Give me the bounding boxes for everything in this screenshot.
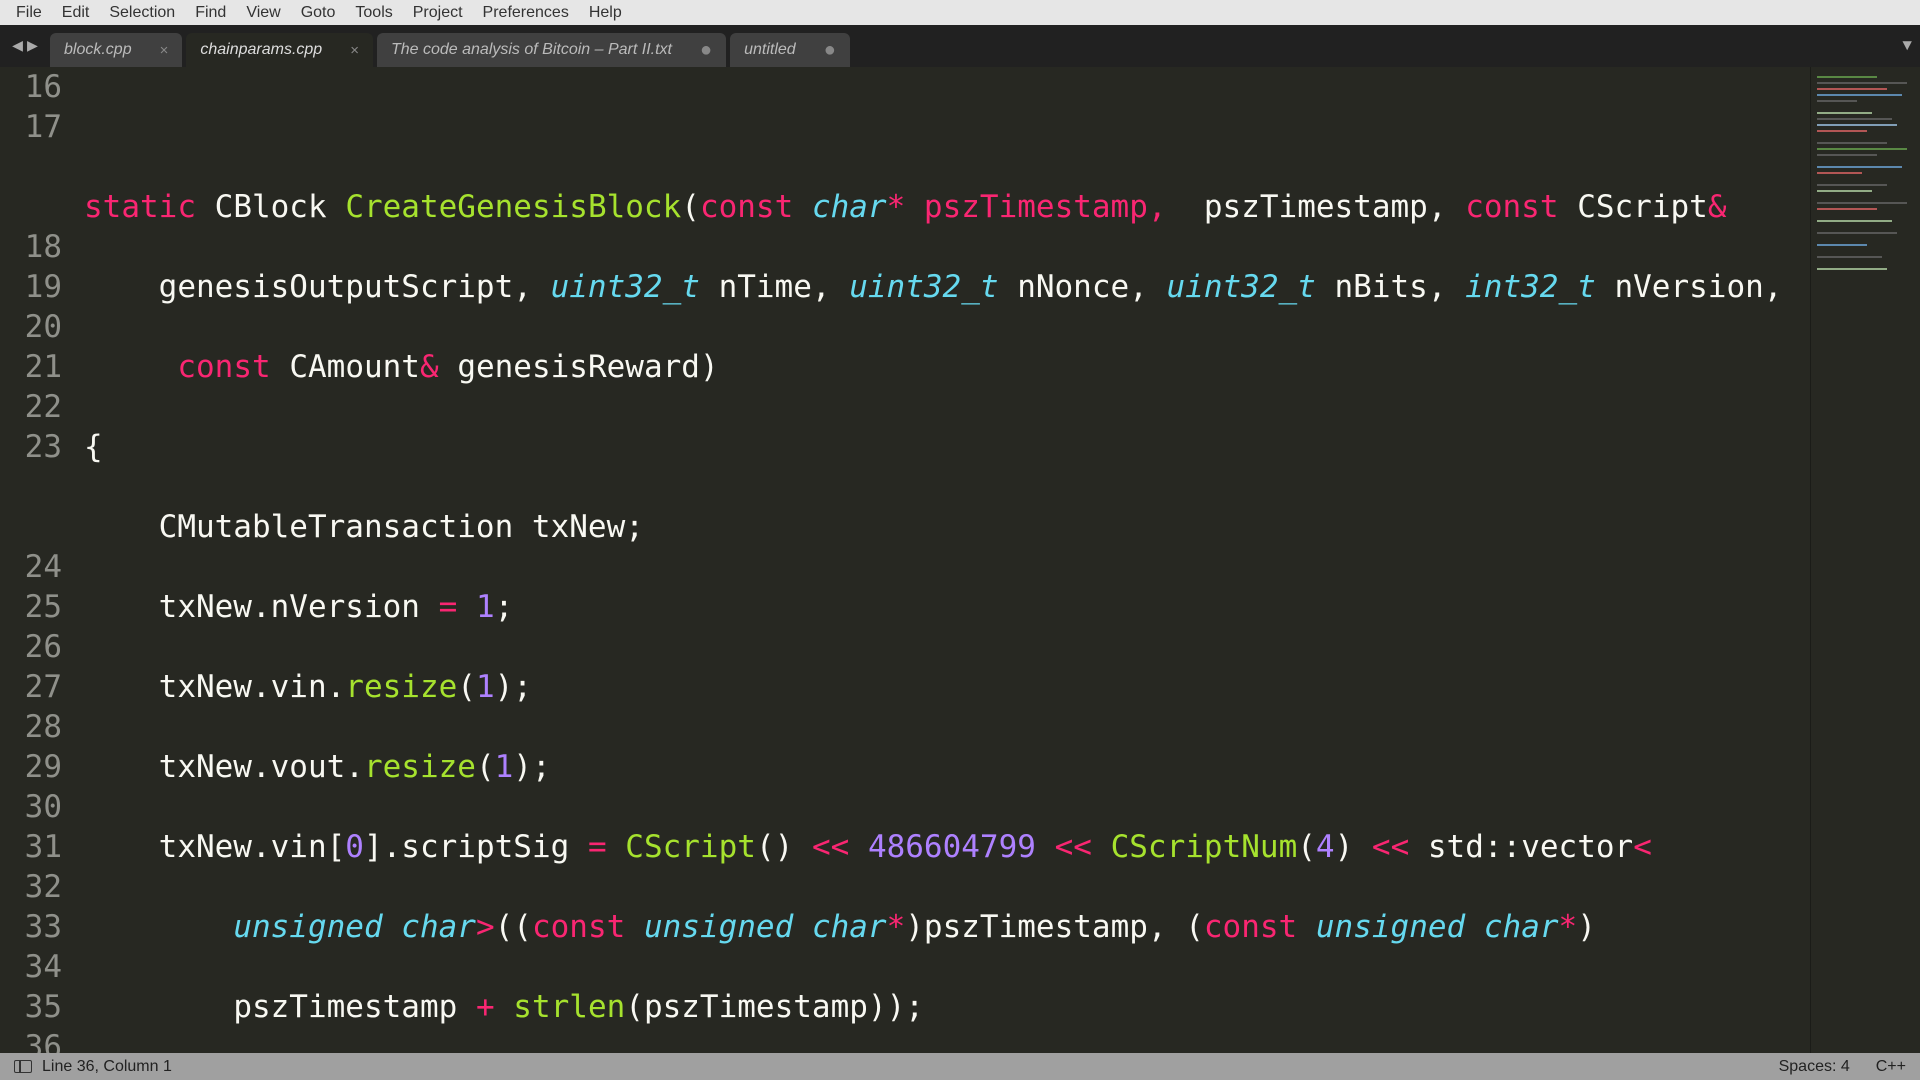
tab-chainparams-cpp[interactable]: chainparams.cpp ×: [186, 33, 373, 67]
nav-forward-icon[interactable]: ▶: [27, 35, 38, 57]
menu-tools[interactable]: Tools: [345, 4, 402, 22]
nav-arrows[interactable]: ◀ ▶: [0, 25, 50, 67]
menu-preferences[interactable]: Preferences: [473, 4, 579, 22]
menu-find[interactable]: Find: [185, 4, 236, 22]
menu-selection[interactable]: Selection: [99, 4, 185, 22]
tab-block-cpp[interactable]: block.cpp ×: [50, 33, 182, 67]
tab-label: chainparams.cpp: [200, 41, 322, 59]
menu-help[interactable]: Help: [579, 4, 632, 22]
menu-goto[interactable]: Goto: [291, 4, 346, 22]
editor: 1617 181920212223 2425262728293031323334…: [0, 67, 1920, 1053]
status-language[interactable]: C++: [1876, 1058, 1906, 1076]
tab-label: block.cpp: [64, 41, 132, 59]
tab-label: untitled: [744, 41, 796, 59]
status-indent[interactable]: Spaces: 4: [1779, 1058, 1850, 1076]
nav-back-icon[interactable]: ◀: [12, 35, 23, 57]
line-number-gutter: 1617 181920212223 2425262728293031323334…: [0, 67, 80, 1053]
close-icon[interactable]: ×: [350, 42, 359, 59]
menu-edit[interactable]: Edit: [52, 4, 100, 22]
panel-toggle-icon[interactable]: [14, 1060, 32, 1073]
menu-view[interactable]: View: [236, 4, 290, 22]
close-icon[interactable]: ×: [160, 42, 169, 59]
code-area[interactable]: static CBlock CreateGenesisBlock(const c…: [80, 67, 1810, 1053]
menu-file[interactable]: File: [6, 4, 52, 22]
statusbar: Line 36, Column 1 Spaces: 4 C++: [0, 1053, 1920, 1080]
tab-label: The code analysis of Bitcoin – Part II.t…: [391, 41, 672, 59]
tab-overflow-icon[interactable]: ▼: [1902, 25, 1912, 67]
menu-project[interactable]: Project: [403, 4, 473, 22]
status-cursor[interactable]: Line 36, Column 1: [42, 1058, 172, 1076]
minimap-preview-icon: [1817, 73, 1915, 293]
minimap[interactable]: [1810, 67, 1920, 1053]
tab-analysis-txt[interactable]: The code analysis of Bitcoin – Part II.t…: [377, 33, 726, 67]
menubar: File Edit Selection Find View Goto Tools…: [0, 0, 1920, 25]
tab-untitled[interactable]: untitled ●: [730, 33, 850, 67]
tabbar: ◀ ▶ block.cpp × chainparams.cpp × The co…: [0, 25, 1920, 67]
